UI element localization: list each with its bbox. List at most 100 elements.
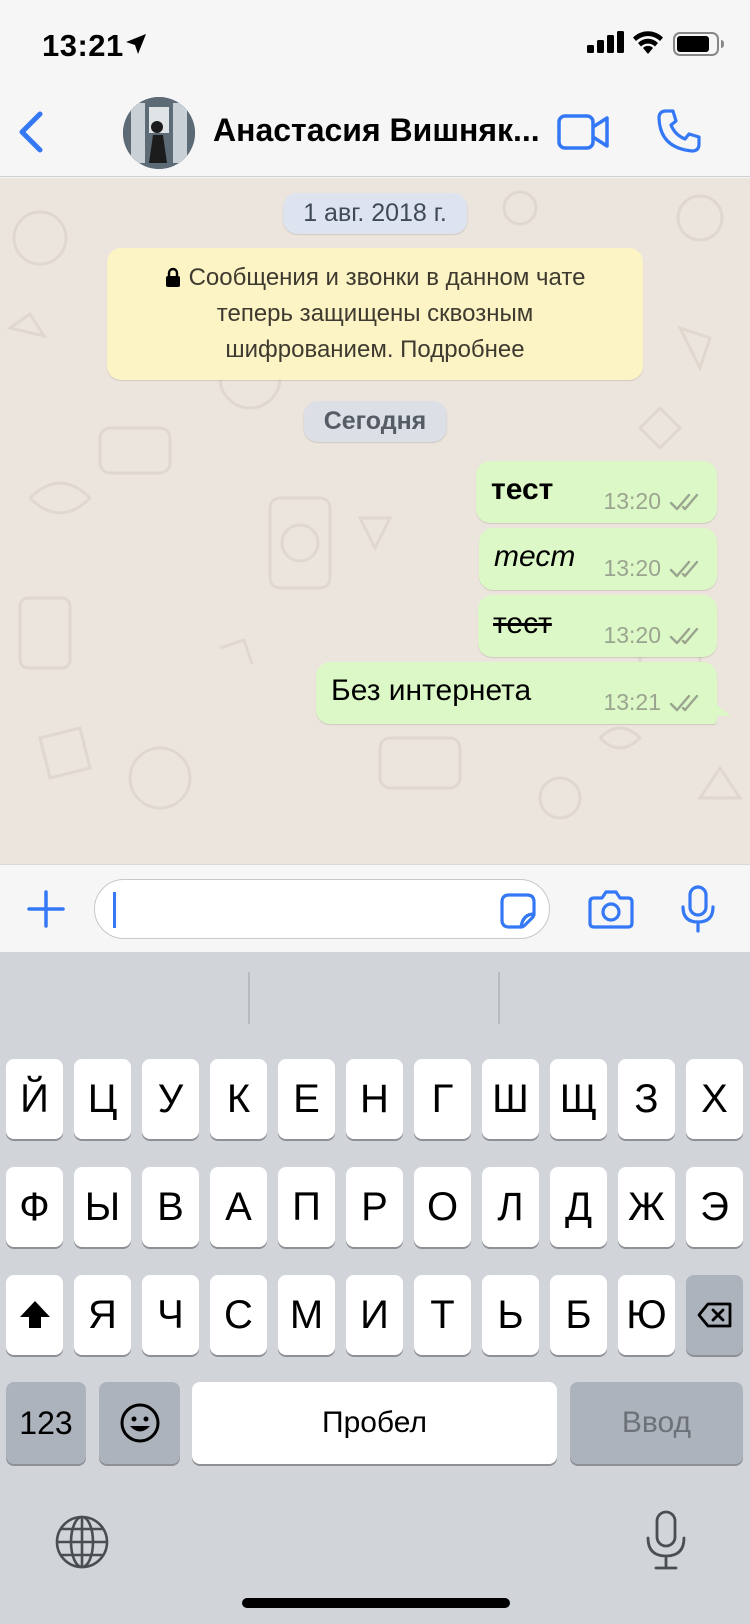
emoji-key[interactable] xyxy=(99,1382,180,1464)
contact-name[interactable]: Анастасия Вишняк... xyxy=(213,112,543,149)
key-Ю[interactable]: Ю xyxy=(618,1275,675,1355)
message-time: 13:21 xyxy=(603,689,661,715)
key-label: У xyxy=(157,1076,184,1121)
key-Ц[interactable]: Ц xyxy=(74,1059,131,1139)
key-Щ[interactable]: Щ xyxy=(550,1059,607,1139)
key-label: М xyxy=(289,1292,324,1337)
text-cursor xyxy=(113,892,116,928)
message-input[interactable] xyxy=(94,879,550,939)
key-Ч[interactable]: Ч xyxy=(142,1275,199,1355)
message-text: Без интернета xyxy=(331,674,532,707)
message-text: тест xyxy=(491,473,554,506)
encryption-notice-text-3: шифрованием. Подробнее xyxy=(225,336,525,363)
message-time: 13:20 xyxy=(603,622,661,648)
battery-icon xyxy=(673,32,724,56)
encryption-notice-text-1: Сообщения и звонки в данном чате xyxy=(188,264,586,291)
globe-icon[interactable] xyxy=(54,1514,110,1570)
message-bubble[interactable]: Без интернета 13:21 xyxy=(316,662,731,724)
key-Х[interactable]: Х xyxy=(686,1059,743,1139)
key-label: С xyxy=(224,1292,253,1337)
camera-icon[interactable] xyxy=(588,889,634,929)
key-К[interactable]: К xyxy=(210,1059,267,1139)
key-Ы[interactable]: Ы xyxy=(74,1167,131,1247)
key-О[interactable]: О xyxy=(414,1167,471,1247)
key-label: Ввод xyxy=(621,1406,692,1439)
microphone-icon[interactable] xyxy=(680,885,716,933)
back-chevron-icon[interactable] xyxy=(14,108,46,156)
key-label: Г xyxy=(431,1076,454,1121)
key-Э[interactable]: Э xyxy=(686,1167,743,1247)
dictation-mic-icon[interactable] xyxy=(644,1510,688,1572)
key-З[interactable]: З xyxy=(618,1059,675,1139)
double-check-icon xyxy=(669,493,699,510)
key-label: К xyxy=(226,1076,251,1121)
message-time: 13:20 xyxy=(603,488,661,514)
contact-avatar[interactable] xyxy=(123,97,195,169)
cellular-signal-icon xyxy=(587,31,624,53)
key-Р[interactable]: Р xyxy=(346,1167,403,1247)
key-label: В xyxy=(157,1184,184,1229)
emoji-face-icon xyxy=(120,1403,159,1443)
message-input-bar xyxy=(0,864,750,952)
keyboard: Й Ц У К Е Н Г Ш Щ З Х Ф Ы В А П Р О Л Д … xyxy=(0,952,750,1624)
key-Е[interactable]: Е xyxy=(278,1059,335,1139)
key-А[interactable]: А xyxy=(210,1167,267,1247)
message-text: тест xyxy=(494,540,576,573)
key-label: И xyxy=(360,1292,389,1337)
key-Я[interactable]: Я xyxy=(74,1275,131,1355)
key-label: Ю xyxy=(626,1292,667,1337)
key-Ш[interactable]: Ш xyxy=(482,1059,539,1139)
shift-key[interactable] xyxy=(6,1275,63,1355)
key-Б[interactable]: Б xyxy=(550,1275,607,1355)
key-Л[interactable]: Л xyxy=(482,1167,539,1247)
key-label: Щ xyxy=(559,1076,598,1121)
message-bubble[interactable]: тест 13:20 xyxy=(479,528,717,590)
key-В[interactable]: В xyxy=(142,1167,199,1247)
key-Ж[interactable]: Ж xyxy=(618,1167,675,1247)
home-indicator[interactable] xyxy=(242,1598,510,1608)
encryption-notice[interactable]: Сообщения и звонки в данном чате теперь … xyxy=(107,248,643,380)
key-П[interactable]: П xyxy=(278,1167,335,1247)
key-label: Я xyxy=(88,1292,117,1337)
sticker-icon[interactable] xyxy=(499,892,537,930)
key-И[interactable]: И xyxy=(346,1275,403,1355)
key-Н[interactable]: Н xyxy=(346,1059,403,1139)
key-label: Д xyxy=(564,1184,593,1229)
key-У[interactable]: У xyxy=(142,1059,199,1139)
numbers-key[interactable]: 123 xyxy=(6,1382,86,1464)
key-label: Ц xyxy=(87,1076,118,1121)
message-text: тест xyxy=(493,607,552,640)
key-label: Э xyxy=(700,1184,729,1229)
key-М[interactable]: М xyxy=(278,1275,335,1355)
key-label: Н xyxy=(360,1076,389,1121)
backspace-key[interactable] xyxy=(686,1275,743,1355)
key-label: Х xyxy=(701,1076,728,1121)
message-bubble[interactable]: тест 13:20 xyxy=(478,595,717,657)
key-С[interactable]: С xyxy=(210,1275,267,1355)
chat-area[interactable]: 1 авг. 2018 г. Сообщения и звонки в данн… xyxy=(0,178,750,864)
key-label: Ф xyxy=(19,1184,50,1229)
video-call-icon[interactable] xyxy=(557,112,609,152)
date-separator: 1 авг. 2018 г. xyxy=(283,193,467,234)
key-Г[interactable]: Г xyxy=(414,1059,471,1139)
date-separator-today: Сегодня xyxy=(303,401,447,442)
key-label: Ш xyxy=(492,1076,529,1121)
key-label: Л xyxy=(497,1184,524,1229)
key-Т[interactable]: Т xyxy=(414,1275,471,1355)
encryption-notice-line: Сообщения и звонки в данном чате xyxy=(125,260,625,296)
attach-plus-icon[interactable] xyxy=(26,889,66,929)
key-Д[interactable]: Д xyxy=(550,1167,607,1247)
return-key[interactable]: Ввод xyxy=(570,1382,743,1464)
key-Й[interactable]: Й xyxy=(6,1059,63,1139)
message-bubble[interactable]: тест 13:20 xyxy=(476,461,717,523)
voice-call-icon[interactable] xyxy=(656,108,702,154)
key-label: Т xyxy=(430,1292,455,1337)
key-Ф[interactable]: Ф xyxy=(6,1167,63,1247)
avatar-photo xyxy=(123,97,195,169)
key-Ь[interactable]: Ь xyxy=(482,1275,539,1355)
key-label: Ы xyxy=(84,1184,121,1229)
suggestion-divider xyxy=(498,972,500,1024)
key-label: Й xyxy=(20,1076,49,1121)
message-time: 13:20 xyxy=(603,555,661,581)
space-key[interactable]: Пробел xyxy=(192,1382,557,1464)
